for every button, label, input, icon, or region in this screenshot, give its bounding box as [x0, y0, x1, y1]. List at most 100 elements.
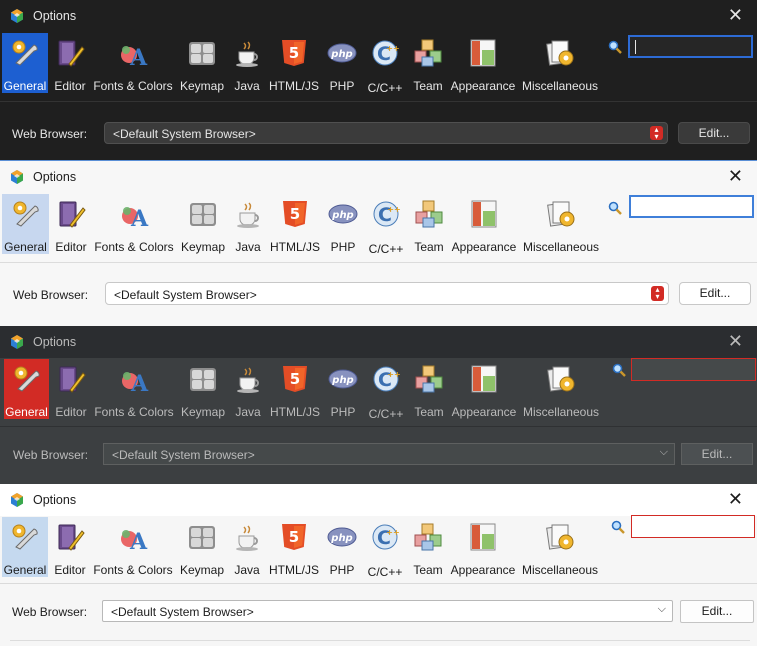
options-window-dark-metal: Options ✕ General Editor Fonts & Colors … — [0, 326, 757, 484]
tab-label: HTML/JS — [268, 563, 319, 577]
tab-team[interactable]: Team — [410, 33, 446, 93]
layout-window-icon — [469, 364, 499, 394]
tab-c-cpp[interactable]: C/C++ — [364, 194, 408, 256]
tab-c-cpp[interactable]: C/C++ — [363, 33, 407, 95]
book-pencil-icon — [55, 38, 85, 68]
close-icon[interactable]: ✕ — [728, 331, 743, 351]
tab-java[interactable]: Java — [231, 359, 265, 419]
tab-editor[interactable]: Editor — [52, 359, 90, 419]
options-window-dark-flat: Options ✕ General Editor Fonts & Colors … — [0, 0, 757, 160]
tab-general[interactable]: General — [2, 194, 49, 254]
tab-java[interactable]: Java — [230, 33, 264, 93]
tab-keymap[interactable]: Keymap — [178, 359, 228, 419]
cubes-icon — [414, 199, 444, 229]
tab-php[interactable]: PHP — [325, 194, 361, 254]
tab-php[interactable]: PHP — [325, 359, 361, 419]
close-icon[interactable]: ✕ — [728, 166, 743, 186]
close-icon[interactable]: ✕ — [728, 5, 743, 25]
tab-html-js[interactable]: HTML/JS — [268, 359, 322, 419]
tab-general[interactable]: General — [4, 359, 49, 419]
web-browser-combo[interactable]: <Default System Browser> ▴ ▾ — [104, 122, 668, 144]
tab-fonts-colors[interactable]: Fonts & Colors — [92, 517, 174, 577]
papers-gear-icon — [545, 38, 575, 68]
netbeans-logo-icon — [10, 170, 24, 184]
tab-general[interactable]: General — [2, 517, 48, 577]
web-browser-combo[interactable]: <Default System Browser> ⌵ — [102, 600, 673, 622]
web-browser-combo[interactable]: <Default System Browser> ⌵ — [103, 443, 675, 465]
tab-label: Keymap — [179, 563, 225, 577]
tab-miscellaneous[interactable]: Miscellaneous — [521, 194, 601, 254]
coffee-cup-icon — [232, 522, 262, 552]
netbeans-logo-icon — [10, 9, 24, 23]
tab-label: Java — [234, 563, 260, 577]
tab-label: Miscellaneous — [522, 405, 600, 419]
tab-label: Appearance — [450, 79, 516, 93]
tab-label: Appearance — [450, 563, 516, 577]
tab-team[interactable]: Team — [411, 194, 447, 254]
tab-label: Java — [234, 79, 260, 93]
tab-label: General — [5, 405, 48, 419]
tab-appearance[interactable]: Appearance — [449, 33, 517, 93]
search-input[interactable] — [631, 358, 756, 381]
layout-window-icon — [469, 199, 499, 229]
tab-team[interactable]: Team — [411, 359, 447, 419]
tab-team[interactable]: Team — [410, 517, 446, 577]
tab-general[interactable]: General — [2, 33, 48, 93]
tab-keymap[interactable]: Keymap — [178, 194, 228, 254]
tab-appearance[interactable]: Appearance — [450, 359, 518, 419]
window-title: Options — [33, 9, 77, 23]
tab-php[interactable]: PHP — [324, 33, 360, 93]
tab-label: HTML/JS — [268, 79, 319, 93]
tab-label: Fonts & Colors — [94, 405, 174, 419]
wrench-gear-icon — [10, 522, 40, 552]
wrench-gear-icon — [12, 364, 42, 394]
tab-miscellaneous[interactable]: Miscellaneous — [520, 33, 600, 93]
html5-shield-icon — [280, 364, 310, 394]
web-browser-row: Web Browser: <Default System Browser> ⌵ … — [0, 434, 757, 482]
tab-keymap[interactable]: Keymap — [177, 33, 227, 93]
tab-label: Team — [414, 405, 444, 419]
web-browser-label: Web Browser: — [13, 448, 89, 462]
tab-editor[interactable]: Editor — [51, 33, 89, 93]
tab-html-js[interactable]: HTML/JS — [267, 33, 321, 93]
combo-value: <Default System Browser> — [112, 448, 255, 462]
tab-fonts-colors[interactable]: Fonts & Colors — [93, 194, 175, 254]
edit-button[interactable]: Edit... — [678, 122, 750, 144]
web-browser-combo[interactable]: <Default System Browser> ▴ ▾ — [105, 282, 669, 305]
tab-java[interactable]: Java — [230, 517, 264, 577]
tab-editor[interactable]: Editor — [51, 517, 89, 577]
tab-label: C/C++ — [367, 565, 403, 579]
edit-button[interactable]: Edit... — [680, 600, 754, 623]
close-icon[interactable]: ✕ — [728, 489, 743, 509]
tab-label: C/C++ — [368, 242, 404, 256]
tab-appearance[interactable]: Appearance — [449, 517, 517, 577]
tab-c-cpp[interactable]: C/C++ — [363, 517, 407, 579]
book-pencil-icon — [56, 199, 86, 229]
tab-php[interactable]: PHP — [324, 517, 360, 577]
search-input[interactable] — [628, 35, 753, 58]
tab-html-js[interactable]: HTML/JS — [268, 194, 322, 254]
netbeans-logo-icon — [10, 335, 24, 349]
tab-miscellaneous[interactable]: Miscellaneous — [521, 359, 601, 419]
tab-miscellaneous[interactable]: Miscellaneous — [520, 517, 600, 577]
tab-label: Fonts & Colors — [93, 79, 173, 93]
edit-button[interactable]: Edit... — [679, 282, 751, 305]
html5-shield-icon — [279, 522, 309, 552]
tab-editor[interactable]: Editor — [52, 194, 90, 254]
title-bar: Options ✕ — [0, 161, 757, 193]
magnifier-icon — [612, 363, 626, 377]
search-input[interactable] — [629, 195, 754, 218]
c-plus-plus-icon — [370, 522, 400, 552]
tab-html-js[interactable]: HTML/JS — [267, 517, 321, 577]
chevron-down-icon: ⌵ — [659, 446, 668, 458]
edit-button[interactable]: Edit... — [681, 443, 753, 465]
tab-keymap[interactable]: Keymap — [177, 517, 227, 577]
tab-c-cpp[interactable]: C/C++ — [364, 359, 408, 421]
search-input[interactable] — [631, 515, 755, 538]
tab-fonts-colors[interactable]: Fonts & Colors — [93, 359, 175, 419]
tab-fonts-colors[interactable]: Fonts & Colors — [92, 33, 174, 93]
tab-appearance[interactable]: Appearance — [450, 194, 518, 254]
font-palette-icon — [118, 522, 148, 552]
tab-java[interactable]: Java — [231, 194, 265, 254]
tab-label: Miscellaneous — [522, 240, 600, 254]
